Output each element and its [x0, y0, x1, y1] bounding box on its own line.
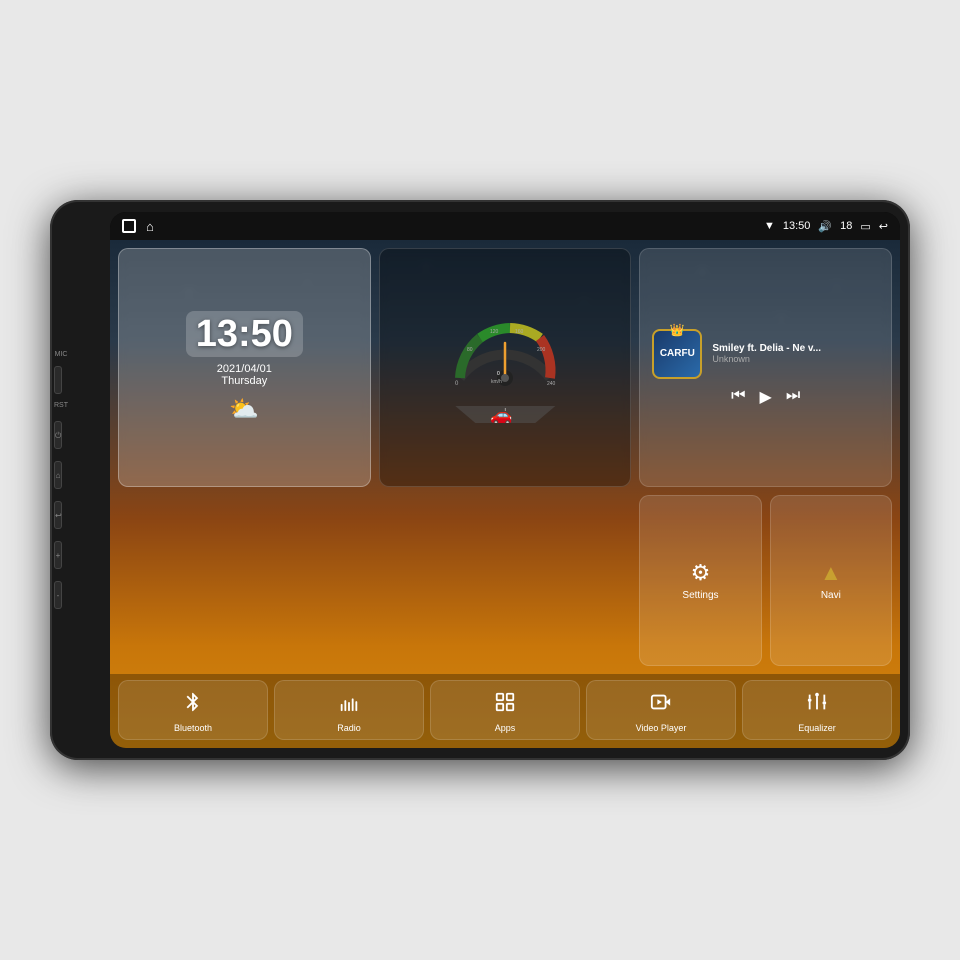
settings-icon: ⚙: [691, 560, 711, 586]
mic-label: MIC: [55, 351, 68, 358]
svg-text:km/h: km/h: [491, 379, 502, 385]
screen: ⌂ ▼ 13:50 🔊 18 ▭ ↩ 13:50 2021/04/01 Thur…: [110, 212, 900, 748]
play-button[interactable]: ▶: [760, 387, 772, 407]
crown-icon: 👑: [670, 323, 685, 337]
settings-navi-grid: ⚙ Settings ▲ Navi: [639, 495, 892, 666]
equalizer-icon: [806, 691, 828, 719]
video-button[interactable]: Video Player: [586, 680, 736, 740]
svg-text:0: 0: [455, 381, 459, 387]
weather-icon: ⛅: [229, 395, 259, 424]
logo-text: CARFU: [660, 348, 695, 359]
window-btn-icon[interactable]: ▭: [860, 220, 870, 233]
side-button-1[interactable]: [54, 366, 62, 394]
apps-icon: [494, 691, 516, 719]
navi-icon: ▲: [820, 560, 842, 586]
screen-content: 13:50 2021/04/01 Thursday ⛅: [110, 240, 900, 748]
equalizer-label: Equalizer: [798, 723, 836, 733]
svg-text:200: 200: [537, 347, 546, 353]
side-button-home[interactable]: ⌂: [54, 461, 62, 489]
video-label: Video Player: [636, 723, 687, 733]
music-title: Smiley ft. Delia - Ne v...: [712, 343, 879, 354]
bottom-bar: Bluetooth Radio: [110, 674, 900, 748]
speedometer-svg: 0 80 120 160 200 240 0 km/h: [445, 313, 565, 388]
svg-text:120: 120: [490, 329, 499, 335]
navi-label: Navi: [821, 590, 841, 601]
clock-date: 2021/04/01 Thursday: [217, 363, 272, 387]
home-icon[interactable]: ⌂: [146, 219, 154, 234]
music-artist: Unknown: [712, 354, 879, 364]
settings-widget[interactable]: ⚙ Settings: [639, 495, 761, 666]
bluetooth-button[interactable]: Bluetooth: [118, 680, 268, 740]
main-grid: 13:50 2021/04/01 Thursday ⛅: [110, 240, 900, 674]
svg-text:240: 240: [547, 381, 556, 387]
back-btn-icon[interactable]: ↩: [879, 220, 888, 233]
rst-label: RST: [54, 402, 68, 409]
music-info: Smiley ft. Delia - Ne v... Unknown: [712, 343, 879, 364]
clock-display: 13:50: [186, 311, 303, 357]
svg-text:160: 160: [515, 329, 524, 335]
radio-icon: [338, 691, 360, 719]
equalizer-button[interactable]: Equalizer: [742, 680, 892, 740]
speedometer-widget: 0 80 120 160 200 240 0 km/h: [379, 248, 632, 487]
music-widget[interactable]: 👑 CARFU Smiley ft. Delia - Ne v... Unkno…: [639, 248, 892, 487]
side-buttons: MIC RST ⏻ ⌂ ↩ + -: [50, 351, 72, 609]
svg-text:80: 80: [467, 347, 473, 353]
radio-label: Radio: [337, 723, 361, 733]
side-button-vol-up[interactable]: +: [54, 541, 62, 569]
road-scene: 🚗: [388, 388, 623, 423]
settings-label: Settings: [682, 590, 718, 601]
car-head-unit: MIC RST ⏻ ⌂ ↩ + - ⌂ ▼ 1: [50, 200, 910, 760]
side-button-vol-down[interactable]: -: [54, 581, 62, 609]
clock-widget[interactable]: 13:50 2021/04/01 Thursday ⛅: [118, 248, 371, 487]
music-top: 👑 CARFU Smiley ft. Delia - Ne v... Unkno…: [652, 329, 879, 379]
bluetooth-label: Bluetooth: [174, 723, 212, 733]
video-icon: [650, 691, 672, 719]
window-icon: [122, 219, 136, 233]
next-button[interactable]: ⏭: [786, 387, 800, 407]
status-right: ▼ 13:50 🔊 18 ▭ ↩: [764, 220, 888, 233]
navi-widget[interactable]: ▲ Navi: [770, 495, 892, 666]
apps-button[interactable]: Apps: [430, 680, 580, 740]
music-logo: 👑 CARFU: [652, 329, 702, 379]
prev-button[interactable]: ⏮: [731, 387, 745, 407]
status-left: ⌂: [122, 219, 154, 234]
volume-level: 18: [840, 220, 852, 232]
apps-label: Apps: [495, 723, 516, 733]
status-time: 13:50: [783, 220, 811, 232]
side-button-power[interactable]: ⏻: [54, 421, 62, 449]
volume-icon: 🔊: [818, 220, 832, 233]
bluetooth-icon: [182, 691, 204, 719]
car-icon: 🚗: [490, 405, 512, 423]
status-bar: ⌂ ▼ 13:50 🔊 18 ▭ ↩: [110, 212, 900, 240]
music-controls: ⏮ ▶ ⏭: [652, 387, 879, 407]
wifi-icon: ▼: [764, 220, 775, 232]
svg-text:0: 0: [497, 371, 500, 377]
side-button-back[interactable]: ↩: [54, 501, 62, 529]
radio-button[interactable]: Radio: [274, 680, 424, 740]
